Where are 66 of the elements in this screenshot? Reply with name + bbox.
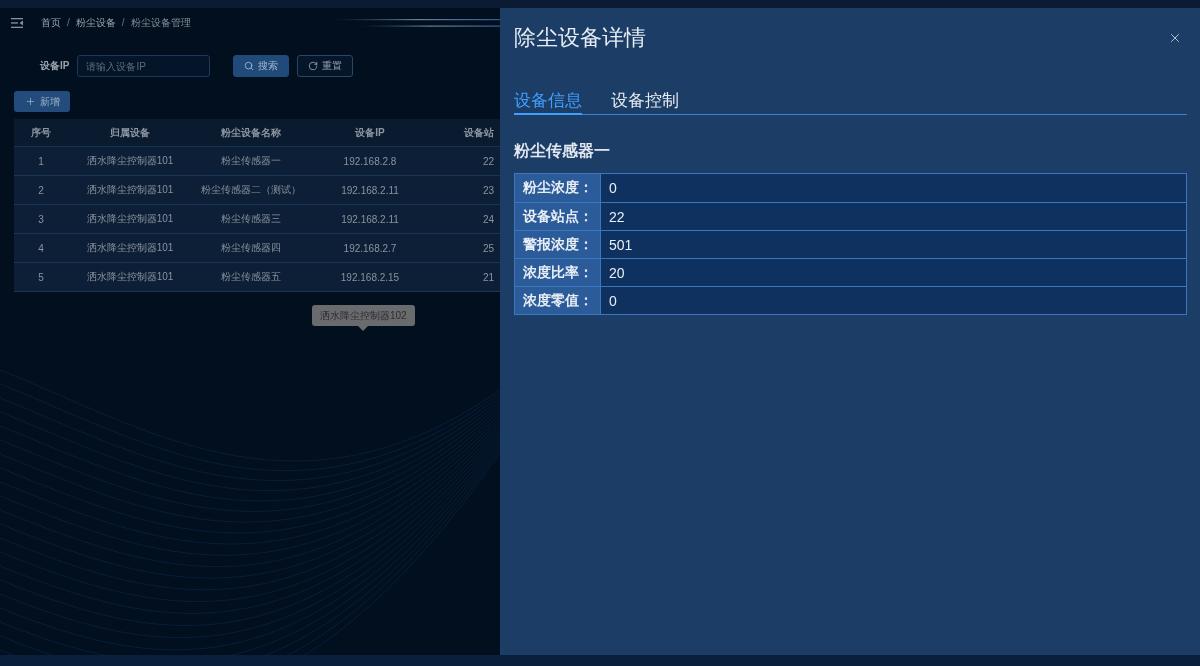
refresh-icon [308,61,319,71]
table-cell: 洒水降尘控制器101 [86,183,174,197]
reset-button[interactable]: 重置 [297,55,354,77]
tab[interactable]: 设备控制 [611,91,679,115]
table-row[interactable]: 3 洒水降尘控制器101 粉尘传感器三 192.168.2.11 24 [14,205,500,234]
plus-icon [24,96,36,107]
table-cell: 192.168.2.11 [341,213,399,225]
table-row[interactable]: 1 洒水降尘控制器101 粉尘传感器一 192.168.2.8 22 [14,147,500,176]
search-icon [244,61,255,71]
breadcrumb-item[interactable]: 粉尘设备 [75,17,116,29]
table-cell: 粉尘传感器五 [221,270,281,284]
column-header: 归属设备 [110,125,150,140]
field-value-cell: 22 [601,203,1186,230]
breadcrumb-item: 粉尘设备管理 [130,17,191,29]
field-label-cell: 警报浓度： [515,231,601,258]
table-cell: 粉尘传感器一 [221,154,281,168]
table-cell: 24 [482,213,494,225]
table-cell: 4 [38,242,44,254]
column-header: 粉尘设备名称 [221,125,281,140]
table-cell: 5 [38,271,44,283]
add-button[interactable]: 新增 [14,91,70,112]
column-header: 设备IP [355,125,385,140]
table-cell: 23 [482,184,494,196]
field-label: 设备IP [40,59,70,73]
table-cell: 192.168.2.11 [341,184,399,196]
field-label-cell: 粉尘浓度： [515,174,601,202]
table-cell: 洒水降尘控制器101 [86,241,174,255]
table-cell: 洒水降尘控制器101 [86,212,174,226]
table-cell: 2 [38,184,44,196]
table-cell: 洒水降尘控制器101 [86,270,174,284]
menu-icon[interactable] [11,18,23,28]
ip-input-field[interactable]: 请输入设备IP [77,55,211,77]
column-header: 序号 [31,125,51,140]
table-cell: 192.168.2.8 [343,155,397,167]
breadcrumb-separator: / [121,17,125,29]
table-cell: 192.168.2.7 [343,242,397,254]
close-icon [1168,31,1182,45]
drawer-title: 除尘设备详情 [514,24,646,52]
table-cell: 192.168.2.15 [340,271,400,283]
table-cell: 22 [482,155,494,167]
breadcrumb-separator: / [67,17,70,29]
tooltip-pointer-icon [358,326,369,331]
table-cell: 洒水降尘控制器101 [86,154,174,168]
table-cell: 21 [482,271,494,283]
column-header: 设备站 [464,125,494,140]
table-cell: 1 [38,155,44,167]
field-value-cell: 501 [601,231,1186,258]
table-row[interactable]: 4 洒水降尘控制器101 粉尘传感器四 192.168.2.7 25 [14,234,500,263]
field-value-cell: 0 [601,174,1186,202]
tab[interactable]: 设备信息 [514,91,582,115]
section-title: 粉尘传感器一 [514,141,611,161]
breadcrumb-item[interactable]: 首页 [41,17,61,29]
table-row[interactable]: 2 洒水降尘控制器101 粉尘传感器二（测试） 192.168.2.11 23 [14,176,500,205]
table-row[interactable]: 5 洒水降尘控制器101 粉尘传感器五 192.168.2.15 21 [14,263,500,292]
field-label-cell: 设备站点： [515,203,601,230]
table-cell: 粉尘传感器三 [221,212,281,226]
field-label-cell: 浓度比率： [515,259,601,286]
table-cell: 25 [482,242,494,254]
field-label-cell: 浓度零值： [515,287,601,314]
table-cell: 3 [38,213,44,225]
field-value-cell: 0 [601,287,1186,314]
search-button[interactable]: 搜索 [233,55,290,77]
table-cell: 粉尘传感器四 [221,241,281,255]
field-value-cell: 20 [601,259,1186,286]
close-button[interactable] [1168,31,1182,45]
table-cell: 粉尘传感器二（测试） [201,183,301,197]
